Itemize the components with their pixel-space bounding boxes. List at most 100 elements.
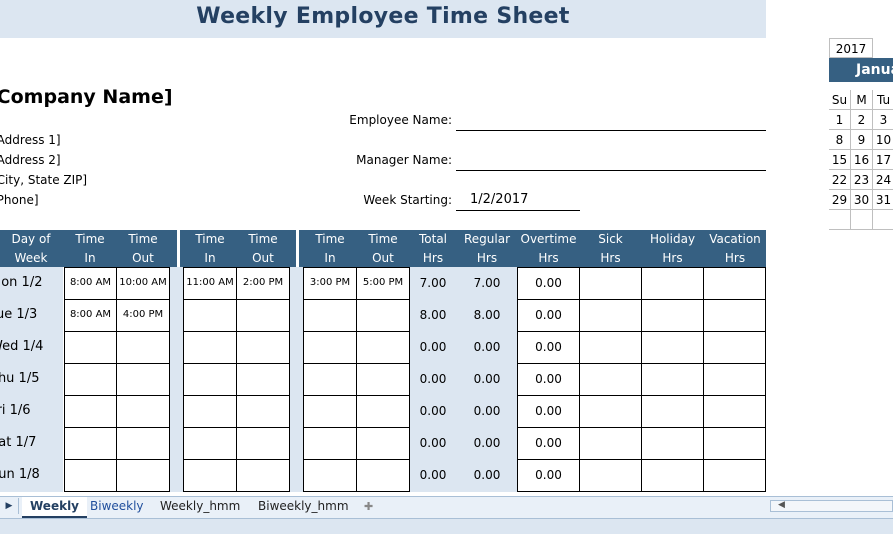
vacation-hrs-cell[interactable] — [703, 267, 766, 300]
calendar-day[interactable] — [829, 210, 851, 230]
insert-sheet-icon[interactable]: ✚ — [358, 497, 379, 516]
calendar-day[interactable]: 8 — [829, 130, 851, 150]
calendar-day[interactable]: 22 — [829, 170, 851, 190]
time-out3-cell[interactable] — [356, 395, 410, 428]
time-out1-cell[interactable] — [116, 459, 170, 492]
sick-hrs-cell[interactable] — [579, 267, 642, 300]
holiday-hrs-cell[interactable] — [641, 363, 704, 396]
sick-hrs-cell[interactable] — [579, 459, 642, 492]
time-in3-cell[interactable]: 3:00 PM — [303, 267, 357, 300]
holiday-hrs-cell[interactable] — [641, 427, 704, 460]
sick-hrs-cell[interactable] — [579, 299, 642, 332]
time-out3-cell[interactable] — [356, 427, 410, 460]
time-out2-cell[interactable] — [236, 459, 290, 492]
time-out3-cell[interactable] — [356, 331, 410, 364]
employee-name-field[interactable] — [456, 112, 766, 131]
company-name[interactable]: [Company Name] — [0, 86, 173, 108]
overtime-hrs-cell[interactable]: 0.00 — [517, 363, 580, 396]
calendar-day[interactable] — [851, 210, 873, 230]
tab-nav-next-icon[interactable]: ▶ — [0, 498, 19, 514]
time-out3-cell[interactable] — [356, 363, 410, 396]
overtime-hrs-cell[interactable]: 0.00 — [517, 299, 580, 332]
calendar-day[interactable]: 16 — [851, 150, 873, 170]
time-out1-cell[interactable] — [116, 427, 170, 460]
company-address2[interactable]: [Address 2] — [0, 153, 61, 167]
time-in3-cell[interactable] — [303, 427, 357, 460]
vacation-hrs-cell[interactable] — [703, 331, 766, 364]
time-out2-cell[interactable]: 2:00 PM — [236, 267, 290, 300]
calendar-day[interactable]: 15 — [829, 150, 851, 170]
calendar-day[interactable]: 9 — [851, 130, 873, 150]
vacation-hrs-cell[interactable] — [703, 395, 766, 428]
vacation-hrs-cell[interactable] — [703, 459, 766, 492]
holiday-hrs-cell[interactable] — [641, 267, 704, 300]
time-in1-cell[interactable] — [64, 459, 117, 492]
calendar-day[interactable]: 3 — [873, 110, 893, 130]
time-out1-cell[interactable] — [116, 331, 170, 364]
time-in2-cell[interactable] — [183, 331, 237, 364]
time-in2-cell[interactable] — [183, 299, 237, 332]
overtime-hrs-cell[interactable]: 0.00 — [517, 459, 580, 492]
time-out1-cell[interactable]: 10:00 AM — [116, 267, 170, 300]
tab-biweekly-hmm[interactable]: Biweekly_hmm — [250, 497, 357, 516]
time-in2-cell[interactable] — [183, 427, 237, 460]
time-in1-cell[interactable]: 8:00 AM — [64, 267, 117, 300]
holiday-hrs-cell[interactable] — [641, 331, 704, 364]
tab-biweekly[interactable]: Biweekly — [82, 497, 152, 516]
calendar-year[interactable]: 2017 — [829, 38, 873, 58]
time-in1-cell[interactable]: 8:00 AM — [64, 299, 117, 332]
holiday-hrs-cell[interactable] — [641, 395, 704, 428]
calendar-day[interactable]: 30 — [851, 190, 873, 210]
vacation-hrs-cell[interactable] — [703, 299, 766, 332]
time-in2-cell[interactable]: 11:00 AM — [183, 267, 237, 300]
time-in3-cell[interactable] — [303, 395, 357, 428]
manager-name-field[interactable] — [456, 152, 766, 171]
time-in3-cell[interactable] — [303, 299, 357, 332]
company-phone[interactable]: [Phone] — [0, 193, 39, 207]
time-in2-cell[interactable] — [183, 395, 237, 428]
tab-weekly[interactable]: Weekly — [22, 497, 88, 518]
sick-hrs-cell[interactable] — [579, 395, 642, 428]
time-in3-cell[interactable] — [303, 331, 357, 364]
time-in3-cell[interactable] — [303, 459, 357, 492]
time-in2-cell[interactable] — [183, 363, 237, 396]
sick-hrs-cell[interactable] — [579, 363, 642, 396]
time-out2-cell[interactable] — [236, 299, 290, 332]
overtime-hrs-cell[interactable]: 0.00 — [517, 427, 580, 460]
company-address1[interactable]: [Address 1] — [0, 133, 61, 147]
company-city[interactable]: [City, State ZIP] — [0, 173, 87, 187]
overtime-hrs-cell[interactable]: 0.00 — [517, 395, 580, 428]
time-out3-cell[interactable] — [356, 459, 410, 492]
time-out1-cell[interactable] — [116, 395, 170, 428]
calendar-day[interactable]: 31 — [873, 190, 893, 210]
time-in1-cell[interactable] — [64, 331, 117, 364]
scroll-left-icon[interactable]: ◀ — [778, 500, 785, 510]
holiday-hrs-cell[interactable] — [641, 299, 704, 332]
time-out1-cell[interactable]: 4:00 PM — [116, 299, 170, 332]
calendar-day[interactable] — [873, 210, 893, 230]
tab-weekly-hmm[interactable]: Weekly_hmm — [152, 497, 248, 516]
time-out2-cell[interactable] — [236, 395, 290, 428]
vacation-hrs-cell[interactable] — [703, 427, 766, 460]
calendar-day[interactable]: 17 — [873, 150, 893, 170]
holiday-hrs-cell[interactable] — [641, 459, 704, 492]
calendar-day[interactable]: 1 — [829, 110, 851, 130]
time-out3-cell[interactable] — [356, 299, 410, 332]
calendar-day[interactable]: 29 — [829, 190, 851, 210]
calendar-day[interactable]: 23 — [851, 170, 873, 190]
sick-hrs-cell[interactable] — [579, 427, 642, 460]
calendar-day[interactable]: 2 — [851, 110, 873, 130]
horizontal-scrollbar[interactable] — [770, 500, 893, 512]
time-in1-cell[interactable] — [64, 363, 117, 396]
time-in3-cell[interactable] — [303, 363, 357, 396]
time-out2-cell[interactable] — [236, 363, 290, 396]
sick-hrs-cell[interactable] — [579, 331, 642, 364]
overtime-hrs-cell[interactable]: 0.00 — [517, 267, 580, 300]
overtime-hrs-cell[interactable]: 0.00 — [517, 331, 580, 364]
time-in1-cell[interactable] — [64, 427, 117, 460]
time-out1-cell[interactable] — [116, 363, 170, 396]
vacation-hrs-cell[interactable] — [703, 363, 766, 396]
calendar-day[interactable]: 10 — [873, 130, 893, 150]
calendar-day[interactable]: 24 — [873, 170, 893, 190]
time-in1-cell[interactable] — [64, 395, 117, 428]
